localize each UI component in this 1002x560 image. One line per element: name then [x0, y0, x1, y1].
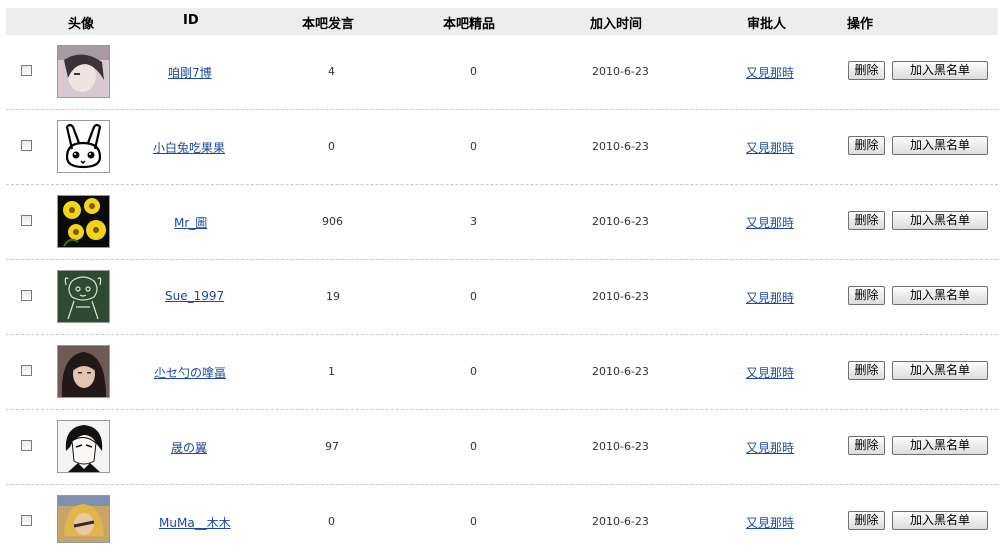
approver-link[interactable]: 又見那時: [746, 514, 794, 531]
join-date: 2010-6-23: [592, 65, 649, 78]
row-checkbox[interactable]: [21, 215, 32, 226]
table-row: MuMa__木木 0 0 2010-6-23 又見那時 删除 加入黑名单: [6, 485, 998, 560]
posts-count: 0: [328, 515, 335, 528]
delete-button[interactable]: 删除: [848, 286, 885, 305]
row-checkbox[interactable]: [21, 65, 32, 76]
posts-count: 4: [328, 65, 335, 78]
approver-link[interactable]: 又見那時: [746, 214, 794, 231]
approver-link[interactable]: 又見那時: [746, 139, 794, 156]
join-date: 2010-6-23: [592, 515, 649, 528]
header-approver: 审批人: [747, 17, 787, 32]
blacklist-button[interactable]: 加入黑名单: [892, 286, 988, 305]
featured-count: 0: [470, 440, 477, 453]
user-id-link[interactable]: 晟の翼: [171, 439, 207, 456]
header-actions: 操作: [847, 17, 874, 32]
user-id-link[interactable]: Sue_1997: [165, 289, 224, 303]
posts-count: 1: [328, 365, 335, 378]
user-id-link[interactable]: MuMa__木木: [159, 514, 231, 531]
table-row: Mr_圖 906 3 2010-6-23 又見那時 删除 加入黑名单: [6, 185, 998, 260]
featured-count: 0: [470, 290, 477, 303]
photo-girl-icon[interactable]: [57, 45, 110, 98]
table-header: 头像 ID 本吧发言 本吧精品 加入时间 审批人 操作: [6, 8, 998, 35]
posts-count: 97: [325, 440, 339, 453]
row-checkbox[interactable]: [21, 290, 32, 301]
user-id-link[interactable]: Mr_圖: [174, 214, 207, 231]
table-row: 咱剛7博 4 0 2010-6-23 又見那時 删除 加入黑名单: [6, 35, 998, 110]
posts-count: 0: [328, 140, 335, 153]
join-date: 2010-6-23: [592, 440, 649, 453]
featured-count: 0: [470, 365, 477, 378]
join-date: 2010-6-23: [592, 140, 649, 153]
featured-count: 0: [470, 515, 477, 528]
user-id-link[interactable]: 咱剛7博: [168, 64, 212, 81]
header-posts: 本吧发言: [302, 17, 355, 32]
user-id-link[interactable]: 尐セ勺の嗱畐: [154, 364, 226, 381]
delete-button[interactable]: 删除: [848, 436, 885, 455]
sunflower-icon[interactable]: [57, 195, 110, 248]
rabbit-icon[interactable]: [57, 120, 110, 173]
delete-button[interactable]: 删除: [848, 361, 885, 380]
blacklist-button[interactable]: 加入黑名单: [892, 361, 988, 380]
featured-count: 3: [470, 215, 477, 228]
blacklist-button[interactable]: 加入黑名单: [892, 211, 988, 230]
header-avatar: 头像: [68, 17, 95, 32]
join-date: 2010-6-23: [592, 215, 649, 228]
blacklist-button[interactable]: 加入黑名单: [892, 436, 988, 455]
anime-butler-icon[interactable]: [57, 420, 110, 473]
approver-link[interactable]: 又見那時: [746, 439, 794, 456]
approver-link[interactable]: 又見那時: [746, 364, 794, 381]
user-id-link[interactable]: 小白兔吃果果: [153, 139, 225, 156]
approver-link[interactable]: 又見那時: [746, 64, 794, 81]
table-row: 小白兔吃果果 0 0 2010-6-23 又見那時 删除 加入黑名单: [6, 110, 998, 185]
join-date: 2010-6-23: [592, 290, 649, 303]
header-id: ID: [183, 13, 199, 28]
table-row: Sue_1997 19 0 2010-6-23 又見那時 删除 加入黑名单: [6, 260, 998, 335]
member-table: 头像 ID 本吧发言 本吧精品 加入时间 审批人 操作 咱剛7博 4 0 201…: [6, 8, 998, 543]
table-row: 晟の翼 97 0 2010-6-23 又見那時 删除 加入黑名单: [6, 410, 998, 485]
table-row: 尐セ勺の嗱畐 1 0 2010-6-23 又見那時 删除 加入黑名单: [6, 335, 998, 410]
header-featured: 本吧精品: [443, 17, 496, 32]
delete-button[interactable]: 删除: [848, 61, 885, 80]
blacklist-button[interactable]: 加入黑名单: [892, 136, 988, 155]
delete-button[interactable]: 删除: [848, 136, 885, 155]
row-checkbox[interactable]: [21, 365, 32, 376]
sketch-girl-icon[interactable]: [57, 270, 110, 323]
photo-portrait-icon[interactable]: [57, 345, 110, 398]
featured-count: 0: [470, 65, 477, 78]
approver-link[interactable]: 又見那時: [746, 289, 794, 306]
row-checkbox[interactable]: [21, 515, 32, 526]
join-date: 2010-6-23: [592, 365, 649, 378]
header-joined: 加入时间: [590, 17, 643, 32]
photo-blonde-icon[interactable]: [57, 495, 110, 543]
row-checkbox[interactable]: [21, 440, 32, 451]
delete-button[interactable]: 删除: [848, 211, 885, 230]
blacklist-button[interactable]: 加入黑名单: [892, 61, 988, 80]
posts-count: 19: [326, 290, 340, 303]
featured-count: 0: [470, 140, 477, 153]
blacklist-button[interactable]: 加入黑名单: [892, 511, 988, 530]
delete-button[interactable]: 删除: [848, 511, 885, 530]
posts-count: 906: [322, 215, 343, 228]
row-checkbox[interactable]: [21, 140, 32, 151]
